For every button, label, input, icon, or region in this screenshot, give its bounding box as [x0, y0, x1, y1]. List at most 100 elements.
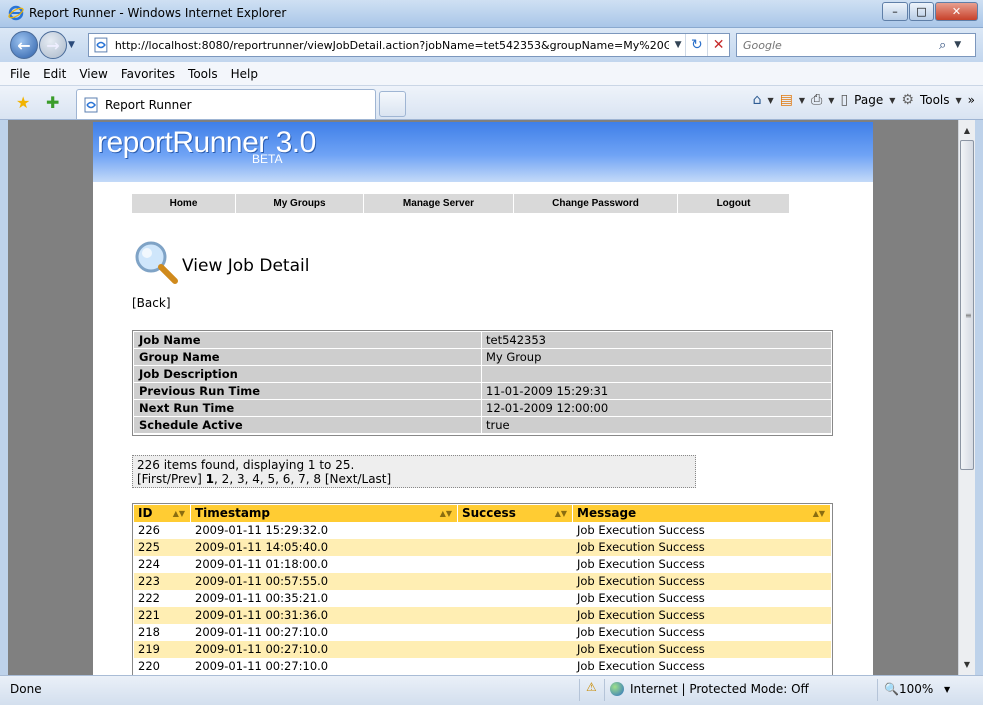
pager-page-link[interactable]: 7 — [298, 472, 306, 486]
home-dropdown-icon[interactable]: ▼ — [768, 96, 774, 105]
page-icon — [94, 37, 108, 53]
window-title: Report Runner - Windows Internet Explore… — [29, 6, 287, 20]
table-header: ID ▲▼ Timestamp ▲▼ Success ▲▼ Message ▲▼ — [134, 505, 831, 522]
pager-first-prev[interactable]: [First/Prev] — [137, 472, 202, 486]
page-menu-icon[interactable]: ▯ — [840, 92, 848, 108]
nav-change-password[interactable]: Change Password — [514, 194, 678, 213]
column-header-timestamp[interactable]: Timestamp ▲▼ — [191, 505, 458, 522]
sort-icon[interactable]: ▲▼ — [555, 505, 567, 522]
nav-home[interactable]: Home — [132, 194, 236, 213]
scroll-down-icon[interactable]: ▼ — [959, 656, 975, 673]
sort-icon[interactable]: ▲▼ — [440, 505, 452, 522]
vertical-scrollbar[interactable]: ▲ ≡ ▼ — [958, 120, 975, 675]
scroll-up-icon[interactable]: ▲ — [959, 122, 975, 139]
menu-bar: File Edit View Favorites Tools Help — [0, 62, 983, 86]
pager-page-link[interactable]: 6 — [283, 472, 291, 486]
nav-logout[interactable]: Logout — [678, 194, 789, 213]
pager-current-page: 1 — [205, 472, 215, 486]
detail-row: Job Description — [134, 366, 831, 383]
url-dropdown-icon[interactable]: ▼ — [675, 40, 682, 50]
nav-my-groups[interactable]: My Groups — [236, 194, 364, 213]
more-chevron-icon[interactable]: » — [968, 93, 975, 107]
refresh-icon[interactable]: ↻ — [685, 34, 707, 56]
tab-label: Report Runner — [105, 97, 192, 112]
pager-page-link[interactable]: 8 — [313, 472, 321, 486]
cell-message: Job Execution Success — [577, 523, 705, 537]
back-link[interactable]: [Back] — [132, 296, 171, 310]
menu-view[interactable]: View — [79, 67, 107, 81]
menu-help[interactable]: Help — [231, 67, 258, 81]
pager-next-last[interactable]: [Next/Last] — [325, 472, 391, 486]
search-icon[interactable]: ⌕ — [939, 38, 946, 53]
cell-message: Job Execution Success — [573, 641, 831, 658]
feeds-dropdown-icon[interactable]: ▼ — [799, 96, 805, 105]
back-button[interactable]: ← — [10, 31, 38, 59]
address-box[interactable]: http://localhost:8080/reportrunner/viewJ… — [88, 33, 730, 57]
cell-timestamp: 2009-01-11 00:27:10.0 — [195, 659, 329, 673]
pagination-links: [First/Prev] 1, 2, 3, 4, 5, 6, 7, 8 [Nex… — [137, 472, 392, 486]
minimize-button[interactable]: – — [882, 2, 908, 21]
tools-dropdown-icon[interactable]: ▼ — [956, 96, 962, 105]
pagination-summary: 226 items found, displaying 1 to 25. — [137, 458, 355, 472]
pager-page-link[interactable]: 4 — [252, 472, 260, 486]
stop-icon[interactable]: ✕ — [707, 34, 729, 56]
pager-page-link[interactable]: 3 — [237, 472, 245, 486]
nav-manage-server[interactable]: Manage Server — [364, 194, 514, 213]
new-tab-button[interactable] — [379, 91, 406, 117]
menu-favorites[interactable]: Favorites — [121, 67, 175, 81]
tools-menu-button[interactable]: Tools — [920, 93, 950, 107]
status-divider — [604, 679, 605, 701]
cell-message: Job Execution Success — [577, 591, 705, 605]
menu-edit[interactable]: Edit — [43, 67, 66, 81]
scrollbar-thumb[interactable]: ≡ — [960, 140, 974, 470]
cell-id: 222 — [138, 591, 160, 605]
gear-icon[interactable]: ⚙ — [901, 92, 914, 108]
history-dropdown-icon[interactable]: ▼ — [68, 40, 75, 50]
table-row: 225 2009-01-11 14:05:40.0 Job Execution … — [134, 539, 831, 556]
favorites-star-icon[interactable]: ★ — [16, 93, 30, 112]
detail-value: My Group — [481, 349, 831, 366]
detail-key: Group Name — [134, 349, 481, 366]
cell-id: 225 — [134, 539, 191, 556]
sort-icon[interactable]: ▲▼ — [173, 505, 185, 522]
search-input[interactable] — [743, 38, 933, 52]
cell-message: Job Execution Success — [573, 539, 831, 556]
cell-timestamp: 2009-01-11 00:27:10.0 — [191, 641, 458, 658]
zoom-dropdown-icon[interactable]: ▼ — [944, 685, 950, 694]
feeds-icon[interactable]: ▤ — [780, 92, 793, 108]
cell-message: Job Execution Success — [577, 659, 705, 673]
security-zone[interactable]: Internet | Protected Mode: Off — [610, 682, 809, 696]
tab-report-runner[interactable]: Report Runner — [76, 89, 376, 119]
search-box[interactable]: ⌕ ▼ — [736, 33, 976, 57]
detail-key: Schedule Active — [134, 417, 481, 434]
menu-file[interactable]: File — [10, 67, 30, 81]
cell-id: 226 — [138, 523, 160, 537]
url-text[interactable]: http://localhost:8080/reportrunner/viewJ… — [115, 39, 669, 52]
forward-button[interactable]: → — [39, 31, 67, 59]
print-icon[interactable]: ⎙ — [811, 92, 822, 108]
security-warning-icon[interactable]: ⚠ — [586, 680, 597, 694]
column-header-success[interactable]: Success ▲▼ — [458, 505, 573, 522]
page-dropdown-icon[interactable]: ▼ — [889, 96, 895, 105]
zoom-level[interactable]: 🔍100% — [884, 682, 933, 696]
detail-row: Job Name tet542353 — [134, 332, 831, 349]
close-button[interactable]: ✕ — [935, 2, 978, 21]
page-menu-button[interactable]: Page — [854, 93, 883, 107]
pager-page-link[interactable]: 2 — [222, 472, 230, 486]
pager-page-link[interactable]: 5 — [268, 472, 276, 486]
detail-row: Previous Run Time 11-01-2009 15:29:31 — [134, 383, 831, 400]
add-favorite-icon[interactable]: ✚ — [46, 93, 59, 112]
home-icon[interactable]: ⌂ — [753, 92, 762, 108]
window-left-frame — [0, 120, 8, 675]
print-dropdown-icon[interactable]: ▼ — [828, 96, 834, 105]
sort-icon[interactable]: ▲▼ — [813, 505, 825, 522]
column-header-id[interactable]: ID ▲▼ — [134, 505, 191, 522]
menu-tools[interactable]: Tools — [188, 67, 218, 81]
detail-value — [481, 366, 831, 383]
window-right-frame — [975, 120, 983, 675]
cell-message: Job Execution Success — [573, 607, 831, 624]
column-header-message[interactable]: Message ▲▼ — [573, 505, 831, 522]
maximize-button[interactable]: □ — [909, 2, 934, 21]
cell-success — [458, 641, 573, 658]
search-dropdown-icon[interactable]: ▼ — [954, 40, 961, 50]
